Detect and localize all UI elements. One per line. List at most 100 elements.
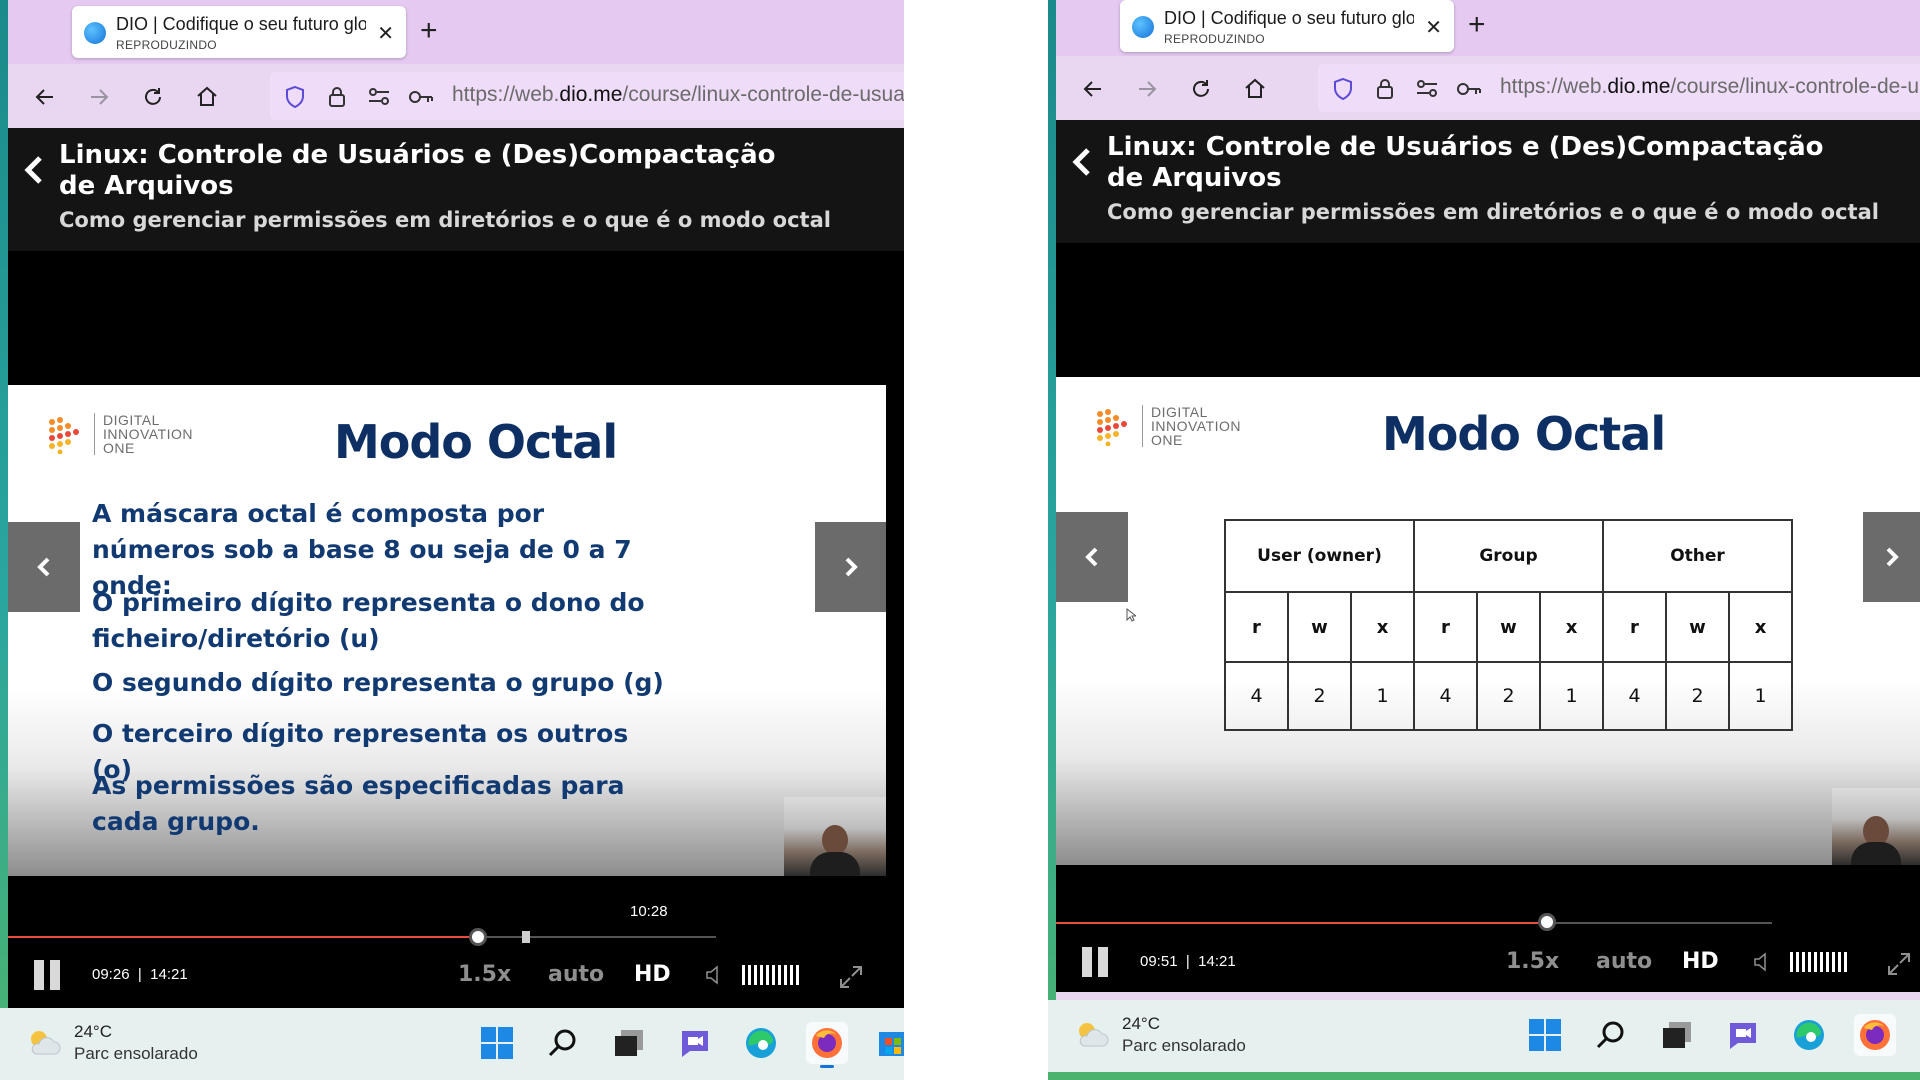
url-text[interactable]: https://web.dio.me/course/linux-controle… bbox=[452, 83, 904, 107]
reload-icon[interactable] bbox=[136, 80, 170, 114]
table-cell: x bbox=[1539, 591, 1604, 663]
start-icon[interactable] bbox=[1524, 1014, 1566, 1056]
table-row: r w x r w x r w x bbox=[1224, 591, 1793, 663]
firefox-icon[interactable] bbox=[1854, 1014, 1896, 1056]
progress-knob[interactable] bbox=[1538, 913, 1557, 931]
course-back-icon[interactable] bbox=[1064, 144, 1100, 180]
home-icon[interactable] bbox=[1238, 72, 1272, 106]
tab-status: REPRODUZINDO bbox=[116, 38, 217, 52]
video-slide: DIGITAL INNOVATION ONE Modo Octal User (… bbox=[1056, 377, 1920, 865]
left-browser-pane: DIO | Codifique o seu futuro glo REPRODU… bbox=[0, 0, 904, 1080]
key-icon[interactable] bbox=[1456, 76, 1482, 102]
slide-prev-button[interactable] bbox=[1056, 512, 1128, 602]
video-controls: 09:51 | 14:21 1.5x auto HD bbox=[1056, 865, 1920, 985]
fullscreen-icon[interactable] bbox=[1886, 951, 1912, 977]
search-icon[interactable] bbox=[542, 1022, 584, 1064]
slide-prev-button[interactable] bbox=[8, 522, 80, 612]
weather-widget[interactable]: 24°C Parc ensolarado bbox=[26, 1022, 198, 1064]
course-page: Linux: Controle de Usuários e (Des)Compa… bbox=[1056, 120, 1920, 992]
fullscreen-icon[interactable] bbox=[838, 964, 864, 990]
close-tab-icon[interactable]: ✕ bbox=[1425, 15, 1442, 39]
new-tab-button[interactable]: + bbox=[1468, 8, 1486, 42]
slide-title: Modo Octal bbox=[334, 415, 618, 469]
permissions-icon[interactable] bbox=[366, 84, 392, 110]
playback-speed-button[interactable]: 1.5x bbox=[458, 962, 511, 987]
pause-icon[interactable] bbox=[1082, 947, 1110, 977]
current-time: 09:26 bbox=[92, 966, 130, 983]
table-cell: 1 bbox=[1350, 661, 1415, 731]
table-cell: 1 bbox=[1728, 661, 1793, 731]
shield-icon[interactable] bbox=[1330, 76, 1356, 102]
shield-icon[interactable] bbox=[282, 84, 308, 110]
hd-button[interactable]: HD bbox=[634, 962, 671, 987]
progress-fill bbox=[1056, 922, 1548, 924]
lock-icon[interactable] bbox=[324, 84, 350, 110]
table-cell: 4 bbox=[1224, 661, 1289, 731]
playback-speed-button[interactable]: 1.5x bbox=[1506, 949, 1559, 974]
address-bar[interactable]: https://web.dio.me/course/linux-controle… bbox=[270, 72, 904, 120]
time-display: 09:26 | 14:21 bbox=[92, 966, 188, 983]
active-indicator bbox=[820, 1065, 834, 1068]
volume-icon[interactable] bbox=[704, 964, 726, 986]
permissions-table: User (owner) Group Other r w x r w x r w… bbox=[1224, 519, 1793, 731]
reload-icon[interactable] bbox=[1184, 72, 1218, 106]
volume-icon[interactable] bbox=[1752, 951, 1774, 973]
slide-next-button[interactable] bbox=[815, 522, 886, 612]
dio-favicon-icon bbox=[84, 22, 106, 44]
address-bar[interactable]: https://web.dio.me/course/linux-controle… bbox=[1318, 64, 1920, 112]
time-separator: | bbox=[137, 966, 142, 983]
tab-strip: DIO | Codifique o seu futuro glo REPRODU… bbox=[8, 0, 904, 64]
progress-knob[interactable] bbox=[468, 928, 487, 946]
chat-icon[interactable] bbox=[674, 1022, 716, 1064]
permissions-icon[interactable] bbox=[1414, 76, 1440, 102]
weather-text: Parc ensolarado bbox=[1122, 1036, 1246, 1055]
browser-tab[interactable]: DIO | Codifique o seu futuro glo REPRODU… bbox=[72, 6, 406, 58]
lock-icon[interactable] bbox=[1372, 76, 1398, 102]
table-cell: r bbox=[1224, 591, 1289, 663]
key-icon[interactable] bbox=[408, 84, 434, 110]
table-cell: r bbox=[1602, 591, 1667, 663]
home-icon[interactable] bbox=[190, 80, 224, 114]
firefox-icon[interactable] bbox=[806, 1022, 848, 1068]
weather-widget[interactable]: 24°C Parc ensolarado bbox=[1074, 1014, 1246, 1056]
course-back-icon[interactable] bbox=[16, 152, 52, 188]
quality-auto-button[interactable]: auto bbox=[548, 962, 604, 987]
edge-icon[interactable] bbox=[1788, 1014, 1830, 1056]
chat-icon[interactable] bbox=[1722, 1014, 1764, 1056]
slide-next-button[interactable] bbox=[1863, 512, 1920, 602]
hd-button[interactable]: HD bbox=[1682, 949, 1719, 974]
close-tab-icon[interactable]: ✕ bbox=[377, 21, 394, 45]
table-cell: w bbox=[1665, 591, 1730, 663]
partly-sunny-icon bbox=[1074, 1020, 1110, 1050]
start-icon[interactable] bbox=[476, 1022, 518, 1064]
tab-status: REPRODUZINDO bbox=[1164, 32, 1265, 46]
duration: 14:21 bbox=[150, 966, 188, 983]
back-icon[interactable] bbox=[1076, 72, 1110, 106]
table-cell: w bbox=[1476, 591, 1541, 663]
volume-level[interactable] bbox=[742, 965, 799, 985]
store-icon[interactable] bbox=[872, 1022, 904, 1064]
chevron-left-icon bbox=[1085, 547, 1098, 567]
search-icon[interactable] bbox=[1590, 1014, 1632, 1056]
edge-icon[interactable] bbox=[740, 1022, 782, 1064]
back-icon[interactable] bbox=[28, 80, 62, 114]
quality-auto-button[interactable]: auto bbox=[1596, 949, 1652, 974]
right-browser-pane: DIO | Codifique o seu futuro glo REPRODU… bbox=[1048, 0, 1920, 1080]
hover-marker bbox=[521, 931, 530, 943]
task-view-icon[interactable] bbox=[608, 1022, 650, 1064]
url-text[interactable]: https://web.dio.me/course/linux-controle… bbox=[1500, 75, 1919, 99]
volume-level[interactable] bbox=[1790, 952, 1847, 972]
forward-icon[interactable] bbox=[1130, 72, 1164, 106]
course-header: Linux: Controle de Usuários e (Des)Compa… bbox=[1056, 120, 1920, 243]
forward-icon[interactable] bbox=[82, 80, 116, 114]
pause-icon[interactable] bbox=[34, 960, 62, 990]
current-time: 09:51 bbox=[1140, 953, 1178, 970]
browser-tab[interactable]: DIO | Codifique o seu futuro glo REPRODU… bbox=[1120, 0, 1454, 52]
browser-window: DIO | Codifique o seu futuro glo REPRODU… bbox=[1056, 0, 1920, 1000]
table-cell: 2 bbox=[1287, 661, 1352, 731]
task-view-icon[interactable] bbox=[1656, 1014, 1698, 1056]
logo-line: DIGITAL bbox=[1151, 404, 1208, 420]
table-header-cell: User (owner) bbox=[1224, 519, 1415, 593]
browser-window: DIO | Codifique o seu futuro glo REPRODU… bbox=[8, 0, 904, 1008]
new-tab-button[interactable]: + bbox=[420, 14, 438, 48]
